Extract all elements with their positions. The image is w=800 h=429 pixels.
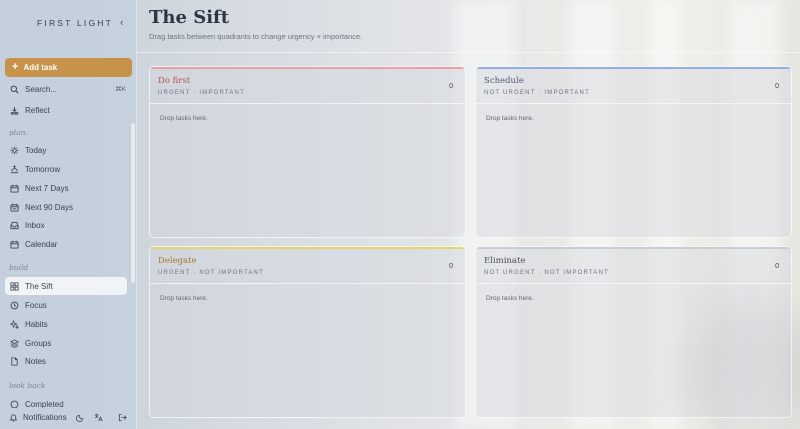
sidebar: FIRST LIGHT ‹ + Add task Search... ⌘K Re… bbox=[0, 0, 137, 429]
quadrant-eliminate[interactable]: Eliminate NOT URGENT · NOT IMPORTANT 0 D… bbox=[475, 246, 792, 418]
quadrant-schedule[interactable]: Schedule NOT URGENT · IMPORTANT 0 Drop t… bbox=[475, 66, 792, 238]
calendar-icon bbox=[10, 240, 19, 249]
sidebar-item-label: Focus bbox=[25, 300, 47, 310]
page-subtitle: Drag tasks between quadrants to change u… bbox=[149, 32, 363, 41]
note-icon bbox=[10, 356, 19, 366]
timer-icon bbox=[10, 301, 19, 310]
plus-icon: + bbox=[12, 61, 19, 73]
sidebar-item-label: Habits bbox=[25, 319, 48, 329]
sidebar-footer: Notifications bbox=[0, 408, 137, 429]
task-count: 0 bbox=[449, 263, 453, 270]
quadrant-subtitle: NOT URGENT · IMPORTANT bbox=[484, 90, 590, 96]
task-count: 0 bbox=[775, 83, 779, 90]
search-icon bbox=[10, 85, 19, 94]
translate-icon[interactable] bbox=[94, 413, 103, 422]
collapse-sidebar-icon[interactable]: ‹ bbox=[120, 17, 124, 29]
quadrant-subtitle: URGENT · NOT IMPORTANT bbox=[158, 270, 264, 276]
reflect-label: Reflect bbox=[25, 105, 50, 115]
quadrant-title: Do first bbox=[158, 76, 191, 86]
page-title: The Sift bbox=[149, 7, 230, 28]
notifications-button[interactable]: Notifications bbox=[9, 413, 67, 422]
sidebar-item-label: Today bbox=[25, 145, 47, 155]
brand-row: FIRST LIGHT ‹ bbox=[0, 17, 137, 32]
quadrant-divider bbox=[476, 283, 791, 284]
sidebar-item-calendar[interactable]: Calendar bbox=[5, 235, 127, 253]
sidebar-item-tomorrow[interactable]: Tomorrow bbox=[5, 160, 127, 178]
quadrant-accent bbox=[150, 247, 465, 249]
quadrant-title: Schedule bbox=[484, 76, 524, 86]
main-content: The Sift Drag tasks between quadrants to… bbox=[137, 0, 800, 429]
drop-zone-hint: Drop tasks here. bbox=[160, 295, 208, 302]
sidebar-item-groups[interactable]: Groups bbox=[5, 334, 127, 352]
moon-icon[interactable] bbox=[76, 413, 85, 422]
sidebar-item-label: Tomorrow bbox=[25, 164, 61, 174]
sidebar-scrollbar[interactable] bbox=[131, 123, 135, 283]
sparkle-icon bbox=[10, 319, 19, 329]
sidebar-item-next-90-days[interactable]: Next 90 Days bbox=[5, 198, 127, 216]
quadrant-subtitle: URGENT · IMPORTANT bbox=[158, 90, 245, 96]
sidebar-item-label: Next 7 Days bbox=[25, 183, 69, 193]
search-label: Search... bbox=[25, 84, 58, 94]
task-count: 0 bbox=[775, 263, 779, 270]
quadrant-title: Eliminate bbox=[484, 256, 526, 266]
quadrant-accent bbox=[476, 247, 791, 249]
notifications-label: Notifications bbox=[23, 413, 67, 422]
sidebar-item-focus[interactable]: Focus bbox=[5, 296, 127, 314]
drop-zone-hint: Drop tasks here. bbox=[486, 115, 534, 122]
bell-icon bbox=[9, 413, 18, 422]
calendar-range-icon bbox=[10, 203, 19, 212]
quadrant-accent bbox=[150, 67, 465, 69]
quadrant-title: Delegate bbox=[158, 256, 197, 266]
quadrant-accent bbox=[476, 67, 791, 69]
section-build: build bbox=[9, 263, 29, 272]
drop-zone-hint: Drop tasks here. bbox=[160, 115, 208, 122]
section-look-back: look back bbox=[9, 381, 46, 390]
grid-icon bbox=[10, 281, 19, 291]
quadrant-do-first[interactable]: Do first URGENT · IMPORTANT 0 Drop tasks… bbox=[149, 66, 466, 238]
sidebar-item-label: Completed bbox=[25, 400, 64, 408]
groups-icon bbox=[10, 338, 19, 348]
quadrant-delegate[interactable]: Delegate URGENT · NOT IMPORTANT 0 Drop t… bbox=[149, 246, 466, 418]
quadrant-subtitle: NOT URGENT · NOT IMPORTANT bbox=[484, 270, 609, 276]
add-task-button[interactable]: + Add task bbox=[5, 58, 132, 77]
task-count: 0 bbox=[449, 83, 453, 90]
sidebar-item-habits[interactable]: Habits bbox=[5, 315, 127, 333]
search-button[interactable]: Search... ⌘K bbox=[5, 80, 127, 98]
calendar-week-icon bbox=[10, 184, 19, 193]
header-divider bbox=[137, 52, 800, 53]
sidebar-item-label: The Sift bbox=[25, 281, 53, 291]
sun-icon bbox=[10, 145, 19, 155]
sidebar-item-next-7-days[interactable]: Next 7 Days bbox=[5, 179, 127, 197]
sidebar-item-today[interactable]: Today bbox=[5, 141, 127, 159]
add-task-label: Add task bbox=[23, 63, 58, 72]
sidebar-item-label: Next 90 Days bbox=[25, 202, 74, 212]
sidebar-item-label: Inbox bbox=[25, 220, 45, 230]
section-plan: plan. bbox=[9, 128, 28, 137]
quadrant-divider bbox=[476, 103, 791, 104]
quadrant-divider bbox=[150, 283, 465, 284]
reflect-button[interactable]: Reflect bbox=[5, 101, 127, 119]
sidebar-item-completed[interactable]: Completed bbox=[5, 396, 127, 408]
sidebar-item-the-sift[interactable]: The Sift bbox=[5, 277, 127, 295]
check-circle-icon bbox=[10, 400, 19, 408]
search-shortcut: ⌘K bbox=[115, 86, 126, 93]
sidebar-item-notes[interactable]: Notes bbox=[5, 352, 127, 370]
sidebar-item-label: Groups bbox=[25, 338, 52, 348]
quadrant-divider bbox=[150, 103, 465, 104]
sidebar-item-inbox[interactable]: Inbox bbox=[5, 216, 127, 234]
app-brand: FIRST LIGHT bbox=[37, 18, 113, 28]
sidebar-item-label: Notes bbox=[25, 356, 46, 366]
reflect-icon bbox=[10, 106, 19, 115]
sidebar-item-label: Calendar bbox=[25, 239, 58, 249]
sunrise-icon bbox=[10, 164, 19, 174]
inbox-icon bbox=[10, 221, 19, 230]
logout-icon[interactable] bbox=[118, 413, 127, 422]
drop-zone-hint: Drop tasks here. bbox=[486, 295, 534, 302]
